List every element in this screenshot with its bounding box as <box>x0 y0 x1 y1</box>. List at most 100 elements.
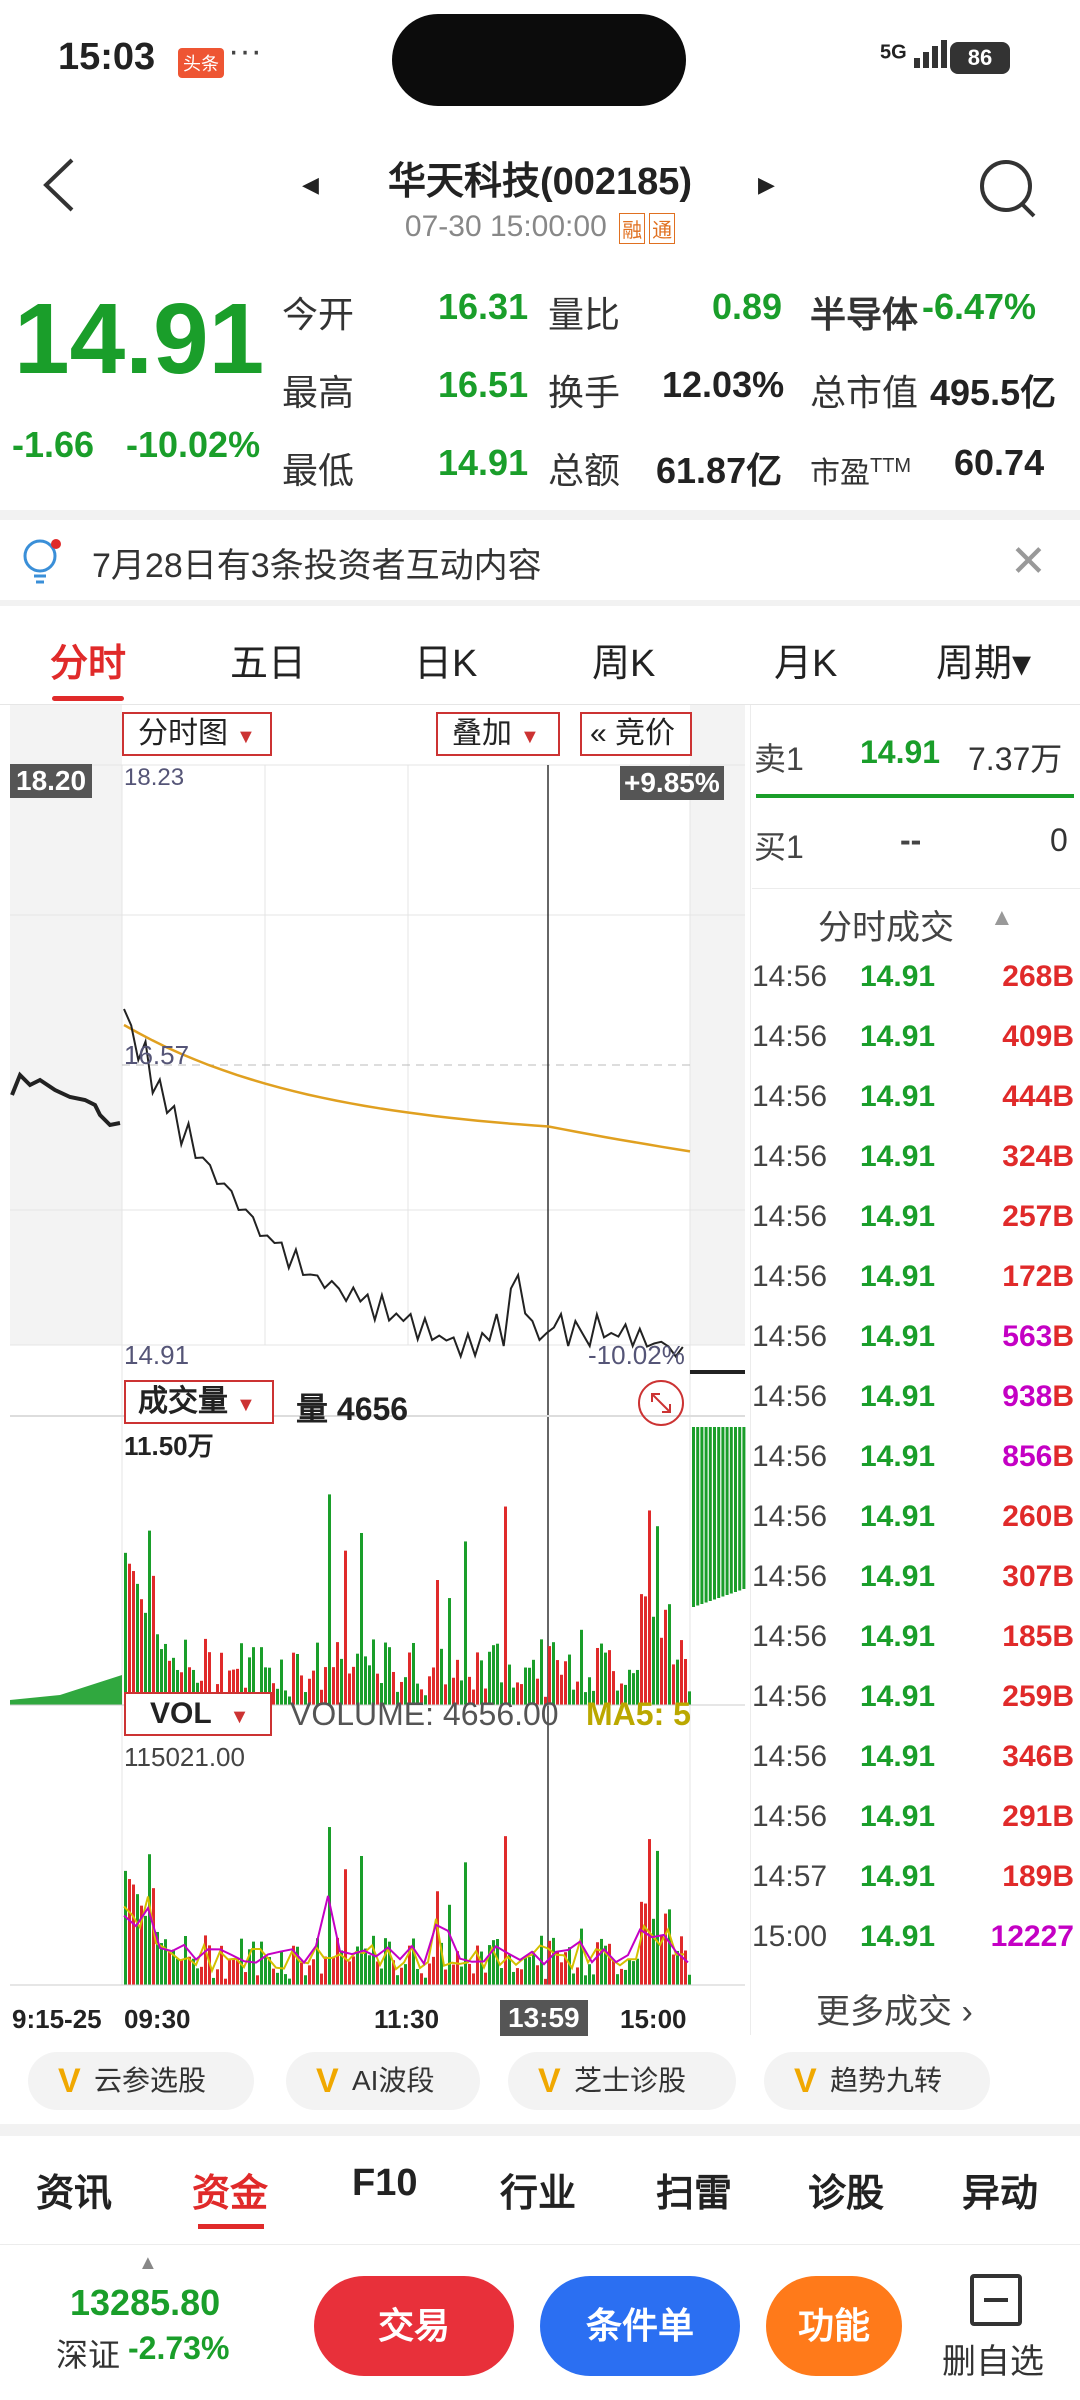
open-value: 16.31 <box>438 286 529 327</box>
max-price-label: 18.20 <box>10 764 93 798</box>
indicator-bar <box>560 1962 563 1985</box>
trade-row: 14:56 14.91 346B <box>750 1740 1080 1790</box>
trade-volume: 307B <box>1002 1560 1074 1594</box>
auction-volume-bar <box>725 1427 729 1595</box>
tab-five-day[interactable]: 五日 <box>230 632 306 687</box>
function-button[interactable]: 功能 <box>766 2276 902 2376</box>
remove-watchlist-icon[interactable] <box>970 2274 1022 2326</box>
volume-bar <box>504 1506 507 1705</box>
tab-diagnosis[interactable]: 诊股 <box>808 2162 884 2217</box>
overlay-button[interactable]: 叠加 ▼ <box>436 712 560 756</box>
trade-row: 14:56 14.91 563B <box>750 1320 1080 1370</box>
volume-bar <box>148 1530 151 1705</box>
auction-volume-bar <box>692 1427 695 1607</box>
tab-risk-scan[interactable]: 扫雷 <box>656 2162 732 2217</box>
chip-cloud-stock-label: 云参选股 <box>94 2065 207 2096</box>
lower-limit-price: 14.91 <box>124 1340 190 1370</box>
trade-time: 14:56 <box>752 1380 828 1413</box>
indicator-readout: VOLUME: 4656.00 <box>290 1696 559 1732</box>
trade-time: 14:56 <box>752 1320 828 1353</box>
trade-time: 14:57 <box>752 1860 828 1893</box>
chart-type-button[interactable]: 分时图 ▼ <box>122 712 272 756</box>
chip-trend-nine[interactable]: V 趋势九转 <box>764 2052 990 2110</box>
indicator-bar <box>504 1836 507 1985</box>
trade-row: 14:56 14.91 259B <box>750 1680 1080 1730</box>
sort-up-icon[interactable]: ▲ <box>990 904 1014 932</box>
indicator-bar <box>368 1955 371 1985</box>
indicator-bar <box>180 1960 183 1985</box>
chip-ai-band[interactable]: V AI波段 <box>286 2052 480 2110</box>
tab-daily-k[interactable]: 日K <box>414 632 477 687</box>
indicator-bar <box>284 1974 287 1985</box>
volume-type-button[interactable]: 成交量 ▼ <box>124 1380 274 1424</box>
tab-industry[interactable]: 行业 <box>500 2162 576 2217</box>
tab-anomaly[interactable]: 异动 <box>962 2162 1038 2217</box>
conditional-order-button[interactable]: 条件单 <box>540 2276 740 2376</box>
indicator-bar <box>216 1969 219 1985</box>
sell-buy-bar <box>756 794 1074 798</box>
amount-label: 总额 <box>548 450 621 491</box>
indicator-bar <box>324 1956 327 1985</box>
tab-f10[interactable]: F10 <box>352 2162 417 2205</box>
auction-button[interactable]: « 竞价 <box>580 712 692 756</box>
close-icon[interactable]: ✕ <box>1010 536 1047 587</box>
price-line <box>123 1008 684 1360</box>
volume-bar <box>132 1571 135 1705</box>
trades-title[interactable]: 分时成交 <box>818 900 954 949</box>
volume-bar <box>576 1681 579 1705</box>
indicator-bar <box>200 1966 203 1985</box>
price-change-pct: -10.02% <box>126 424 261 465</box>
chip-cheese-diagnosis[interactable]: V 芝士诊股 <box>508 2052 736 2110</box>
indicator-bar <box>628 1958 631 1985</box>
expand-icon[interactable] <box>638 1380 684 1426</box>
indicator-bar <box>524 1956 527 1985</box>
indicator-bar <box>460 1966 463 1985</box>
v-icon: V <box>538 2062 561 2100</box>
tab-funds[interactable]: 资金 <box>192 2162 268 2217</box>
remove-watchlist-label[interactable]: 删自选 <box>942 2334 1044 2383</box>
pe-value: 60.74 <box>954 442 1045 483</box>
indicator-bar <box>664 1913 667 1985</box>
indicator-bar <box>584 1975 587 1985</box>
indicator-bar <box>400 1967 403 1985</box>
search-icon[interactable] <box>978 154 1040 224</box>
volume-bar <box>344 1550 347 1705</box>
camera-pill <box>392 14 686 106</box>
trade-volume-value: 938 <box>1002 1380 1053 1413</box>
volume-bar <box>464 1541 467 1705</box>
volume-readout-label: 量 <box>296 1391 329 1427</box>
price-change: -1.66 <box>12 424 95 465</box>
chip-trend-nine-label: 趋势九转 <box>830 2065 943 2096</box>
indicator-bar <box>576 1967 579 1985</box>
indicator-bar <box>212 1977 215 1985</box>
index-value[interactable]: 13285.80 <box>70 2282 220 2324</box>
indicator-bar <box>608 1943 611 1985</box>
chip-cloud-stock[interactable]: V 云参选股 <box>28 2052 254 2110</box>
indicator-button[interactable]: VOL ▼ <box>124 1692 272 1736</box>
trade-price: 14.91 <box>860 1200 936 1233</box>
trade-button[interactable]: 交易 <box>314 2276 514 2376</box>
more-trades-link[interactable]: 更多成交 › <box>816 1984 973 2033</box>
tab-period[interactable]: 周期▾ <box>936 632 1031 687</box>
tab-weekly-k[interactable]: 周K <box>592 632 655 687</box>
indicator-bar <box>644 1903 647 1985</box>
volume-bar <box>140 1599 143 1705</box>
indicator-bar <box>196 1968 199 1985</box>
trade-side: B <box>1052 1320 1074 1353</box>
prev-close-price: 16.57 <box>124 1040 190 1070</box>
chip-cheese-diagnosis-label: 芝士诊股 <box>574 2065 687 2096</box>
sector-label[interactable]: 半导体 <box>810 286 918 338</box>
indicator-label: VOL <box>150 1697 212 1730</box>
status-time: 15:03 <box>58 36 156 78</box>
trade-time: 15:00 <box>752 1920 828 1953</box>
trade-price: 14.91 <box>860 1440 936 1473</box>
tab-intraday[interactable]: 分时 <box>50 632 126 687</box>
next-stock-icon[interactable]: ▶ <box>758 172 775 198</box>
trade-volume: 856B <box>1002 1440 1074 1474</box>
trade-side: B <box>1052 1740 1074 1773</box>
tab-monthly-k[interactable]: 月K <box>774 632 837 687</box>
index-toggle-icon[interactable]: ▲ <box>138 2252 158 2275</box>
tab-news[interactable]: 资讯 <box>36 2162 112 2217</box>
notice-text[interactable]: 7月28日有3条投资者互动内容 <box>92 538 542 587</box>
chart-type-label: 分时图 <box>138 717 228 750</box>
